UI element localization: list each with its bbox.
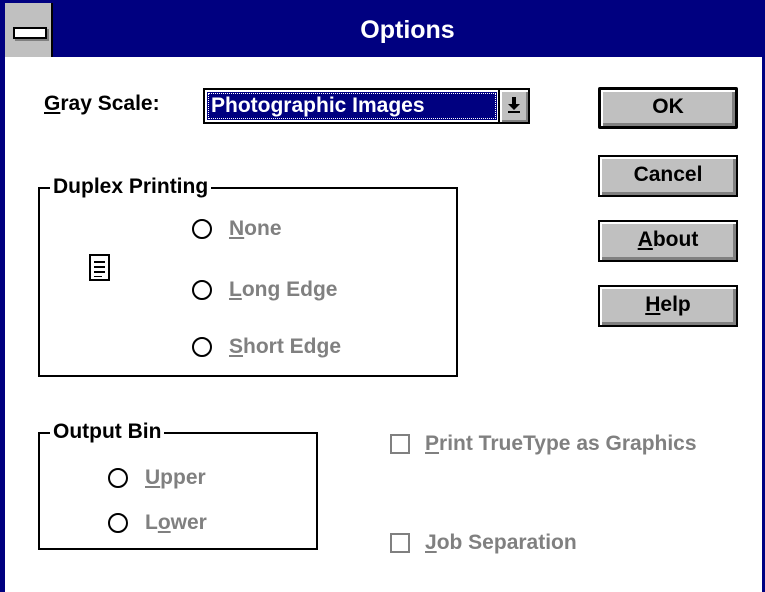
duplex-short-edge-radio[interactable]	[192, 337, 212, 357]
about-button[interactable]: About	[598, 220, 738, 262]
document-page-icon	[89, 254, 110, 281]
gray-scale-label: Gray Scale:	[44, 92, 160, 115]
window-title: Options	[360, 16, 455, 44]
job-separation-label[interactable]: Job Separation	[425, 531, 577, 555]
output-bin-title: Output Bin	[50, 420, 165, 444]
duplex-none-label[interactable]: None	[229, 217, 282, 241]
duplex-long-edge-label[interactable]: Long Edge	[229, 278, 338, 302]
output-bin-lower-label[interactable]: Lower	[145, 511, 207, 535]
gray-scale-dropdown[interactable]: Photographic Images	[203, 88, 530, 124]
title-bar[interactable]: Options	[5, 3, 762, 57]
output-bin-lower-radio[interactable]	[108, 513, 128, 533]
output-bin-upper-radio[interactable]	[108, 468, 128, 488]
output-bin-upper-label[interactable]: Upper	[145, 466, 206, 490]
help-button[interactable]: Help	[598, 285, 738, 327]
gray-scale-selected-value: Photographic Images	[207, 92, 497, 120]
dropdown-arrow-icon[interactable]	[498, 90, 528, 122]
job-separation-checkbox[interactable]	[390, 533, 410, 553]
duplex-long-edge-radio[interactable]	[192, 280, 212, 300]
print-truetype-checkbox[interactable]	[390, 434, 410, 454]
duplex-none-radio[interactable]	[192, 219, 212, 239]
system-menu-icon	[13, 27, 47, 39]
print-truetype-label[interactable]: Print TrueType as Graphics	[425, 432, 697, 456]
duplex-printing-title: Duplex Printing	[50, 175, 212, 199]
ok-button[interactable]: OK	[598, 87, 738, 129]
system-menu-button[interactable]	[5, 3, 53, 57]
cancel-button[interactable]: Cancel	[598, 155, 738, 197]
duplex-short-edge-label[interactable]: Short Edge	[229, 335, 341, 359]
